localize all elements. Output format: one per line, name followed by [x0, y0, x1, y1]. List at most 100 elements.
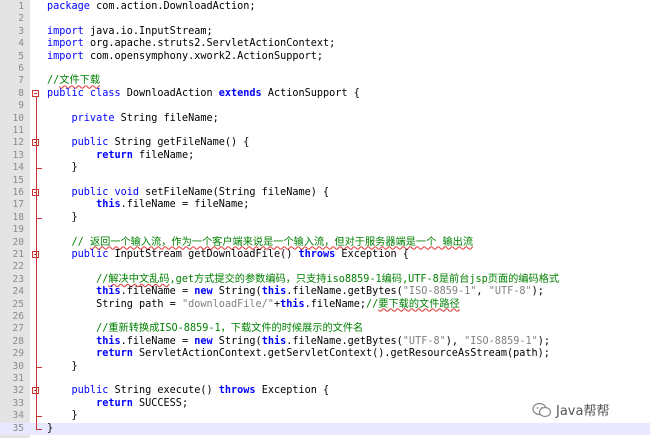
code-token: import — [47, 25, 84, 37]
line-number: 24 — [12, 286, 24, 298]
code-token: 解决中文乱码 — [108, 273, 170, 285]
code-line[interactable]: 25 String path = "downloadFile/"+this.fi… — [0, 299, 650, 311]
code-line[interactable]: 21 public InputStream getDownloadFile() … — [0, 249, 650, 261]
code-token: com.opensymphony.xwork2.ActionSupport; — [83, 50, 324, 62]
code-token: new — [194, 286, 213, 298]
code-line[interactable]: 7 //文件下载 — [0, 75, 650, 87]
code-line[interactable]: 17 this.fileName = fileName; — [0, 199, 650, 211]
code-line[interactable]: 16 public void setFileName(String fileNa… — [0, 187, 650, 199]
code-token: 文件下载 — [59, 75, 101, 87]
code-line[interactable]: 27 //重新转换成ISO-8859-1，下载文件的时候展示的文件名 — [0, 323, 650, 335]
line-number: 26 — [12, 311, 24, 322]
code-token: } — [47, 422, 54, 434]
code-line[interactable]: 13 return fileName; — [0, 150, 650, 162]
code-token: String execute() — [108, 385, 219, 397]
code-text: this.fileName = fileName; — [47, 199, 249, 211]
code-line[interactable]: 1 package com.action.DownloadAction; — [0, 1, 650, 13]
code-token: java.io.InputStream; — [83, 25, 213, 37]
code-line[interactable]: 12 public String getFileName() { — [0, 137, 650, 149]
line-number: 19 — [12, 224, 24, 236]
code-text: this.fileName = new String(this.fileName… — [47, 336, 550, 348]
line-number: 11 — [12, 125, 24, 136]
code-token: this — [261, 286, 287, 298]
code-token: org.apache.struts2.ServletActionContext; — [83, 38, 336, 50]
code-text: } — [47, 423, 53, 435]
code-token: this — [261, 335, 287, 347]
code-line[interactable]: 8 public class DownloadAction extends Act… — [0, 88, 650, 100]
code-token: } — [47, 360, 78, 372]
code-token: public void — [47, 187, 140, 198]
code-text: //文件下载 — [47, 75, 100, 87]
code-token: return — [47, 149, 133, 161]
code-line[interactable]: 9 — [0, 100, 650, 112]
code-token: extends — [218, 87, 262, 99]
code-token: DownloadAction — [120, 87, 219, 99]
code-line[interactable]: 26 — [0, 311, 650, 323]
code-token: } — [47, 162, 78, 174]
line-number: 28 — [12, 335, 24, 347]
fold-guide-line — [36, 96, 37, 423]
code-line[interactable]: 2 — [0, 13, 650, 25]
line-number: 30 — [12, 360, 24, 372]
code-line[interactable]: 15 — [0, 175, 650, 187]
line-number: 33 — [12, 397, 24, 409]
code-line[interactable]: 23 //解决中文乱码,get方式提交的参数编码，只支持iso8859-1编码,… — [0, 274, 650, 286]
code-token: "UTF-8" — [402, 335, 446, 347]
code-line[interactable]: 29 return ServletActionContext.getServle… — [0, 348, 650, 360]
code-token: ); — [537, 335, 551, 347]
code-text: } — [47, 410, 78, 422]
line-number: 35 — [12, 422, 24, 434]
code-text: public InputStream getDownloadFile() thr… — [47, 249, 409, 261]
code-line[interactable]: 4 import org.apache.struts2.ServletAction… — [0, 38, 650, 50]
code-line[interactable]: 31 — [0, 373, 650, 385]
line-number: 17 — [12, 199, 24, 211]
code-line[interactable]: 32 public String execute() throws Except… — [0, 385, 650, 397]
code-line[interactable]: 3 import java.io.InputStream; — [0, 26, 650, 38]
code-token: .fileName.getBytes( — [286, 286, 403, 298]
line-number: 29 — [12, 348, 24, 360]
code-token: // — [47, 236, 90, 248]
code-token: com.action.DownloadAction; — [89, 1, 256, 12]
line-number: 23 — [12, 273, 24, 285]
code-line[interactable]: 10 private String fileName; — [0, 113, 650, 125]
code-token: public — [47, 249, 109, 260]
line-number: 12 — [12, 137, 24, 149]
line-number: 22 — [12, 261, 24, 273]
code-token: new — [194, 335, 213, 347]
code-line[interactable]: 30 } — [0, 360, 650, 373]
code-editor[interactable]: 1 package com.action.DownloadAction; 2 3 imp… — [0, 0, 650, 438]
wechat-icon — [532, 402, 552, 418]
code-token: String path = — [47, 298, 182, 310]
code-token: } — [47, 410, 78, 422]
code-token: // — [47, 75, 60, 87]
code-line[interactable]: 5 import com.opensymphony.xwork2.ActionSu… — [0, 51, 650, 63]
code-text: public class DownloadAction extends Acti… — [47, 88, 360, 100]
code-line[interactable]: 20 // 返回一个输入流，作为一个客户端来说是一个输入流，但对于服务器端是一个… — [0, 237, 650, 249]
code-token: InputStream getDownloadFile() — [108, 249, 299, 260]
code-line[interactable]: 19 — [0, 224, 650, 236]
code-text: } — [47, 361, 78, 373]
code-line[interactable]: 6 — [0, 63, 650, 75]
code-line[interactable]: 14 } — [0, 162, 650, 174]
code-line[interactable]: 22 — [0, 261, 650, 273]
code-text: } — [47, 162, 78, 174]
code-text: package com.action.DownloadAction; — [47, 1, 256, 13]
code-token: Exception { — [335, 249, 409, 260]
code-line[interactable]: 24 this.fileName = new String(this.fileN… — [0, 286, 650, 298]
code-text: import com.opensymphony.xwork2.ActionSup… — [47, 51, 323, 63]
code-text: } — [47, 212, 78, 224]
line-number: 20 — [12, 236, 24, 248]
code-line[interactable]: 11 — [0, 125, 650, 137]
fold-toggle-icon[interactable] — [32, 89, 39, 97]
code-token: .fileName = — [120, 286, 195, 298]
code-token: "downloadFile/" — [181, 298, 274, 310]
code-line[interactable]: 18 } — [0, 211, 650, 224]
watermark-text: Java帮帮 — [556, 404, 610, 419]
code-token: String( — [212, 286, 262, 298]
code-token: public class — [47, 87, 121, 99]
code-token: ); — [531, 286, 544, 298]
code-line[interactable]: 28 this.fileName = new String(this.fileN… — [0, 336, 650, 348]
code-line[interactable]: 35} — [0, 422, 650, 435]
code-token: import — [47, 38, 84, 50]
code-token: this — [47, 199, 121, 211]
